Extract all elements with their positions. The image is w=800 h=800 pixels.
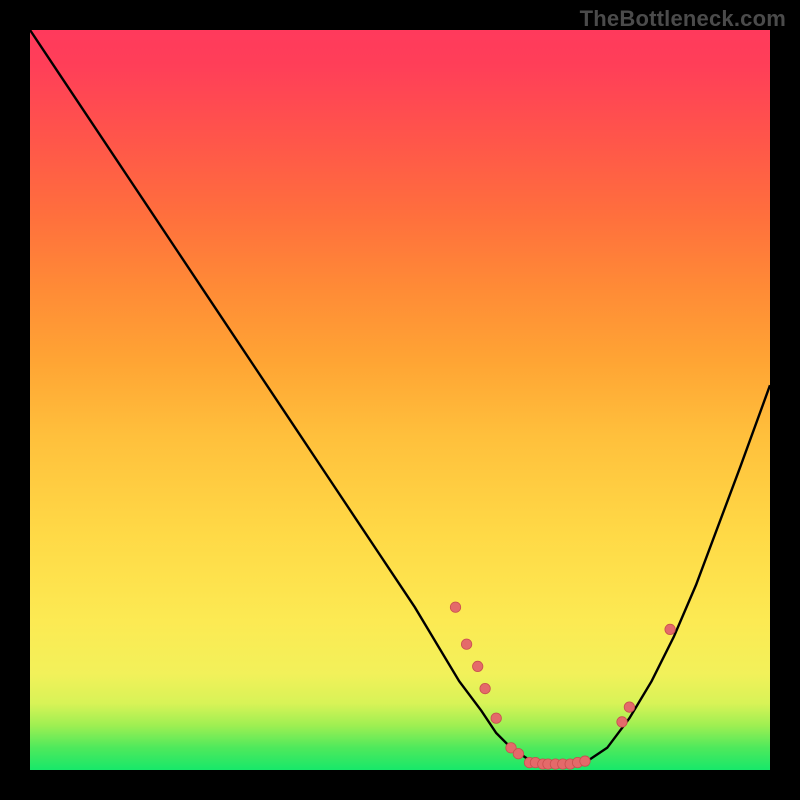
data-marker: [665, 624, 675, 634]
data-marker: [617, 717, 627, 727]
plot-area: [30, 30, 770, 770]
data-marker: [480, 683, 490, 693]
data-markers-group: [450, 602, 675, 769]
data-marker: [513, 749, 523, 759]
data-marker: [461, 639, 471, 649]
watermark-text: TheBottleneck.com: [580, 6, 786, 32]
bottleneck-curve: [30, 30, 770, 766]
data-marker: [624, 702, 634, 712]
data-marker: [450, 602, 460, 612]
chart-svg: [30, 30, 770, 770]
data-marker: [580, 756, 590, 766]
chart-stage: TheBottleneck.com: [0, 0, 800, 800]
data-marker: [491, 713, 501, 723]
data-marker: [473, 661, 483, 671]
